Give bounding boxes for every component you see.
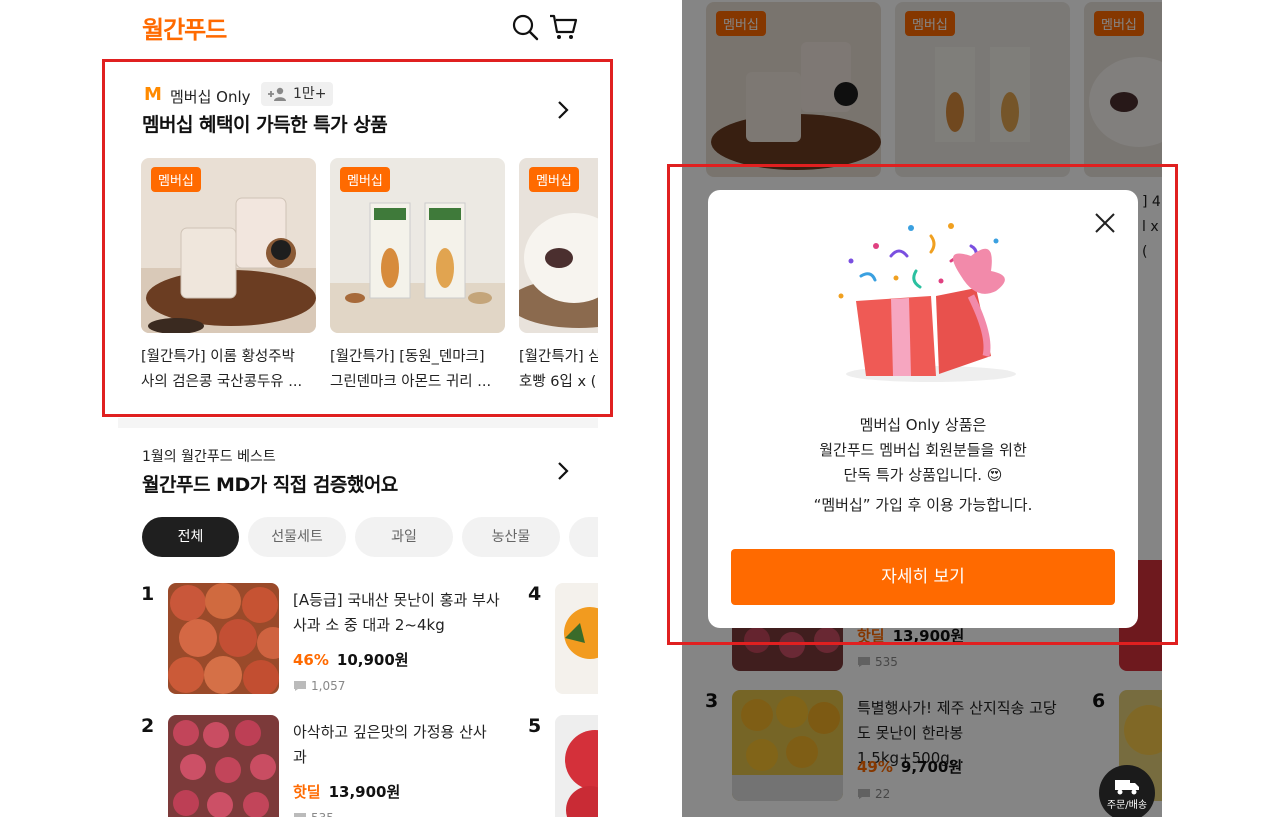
- review-count-value: 1,057: [311, 679, 346, 693]
- product-image-orange[interactable]: [555, 583, 598, 694]
- rank-number: 4: [528, 583, 542, 605]
- hotdeal-label: 핫딜: [293, 783, 321, 801]
- fab-label: 주문/배송: [1106, 800, 1148, 811]
- rank-number: 2: [141, 715, 155, 737]
- price-value: 13,900원: [328, 783, 401, 801]
- category-chip-fruit[interactable]: 과일: [355, 517, 453, 557]
- product-price: 핫딜 13,900원: [293, 781, 400, 802]
- review-count: 535: [293, 811, 334, 817]
- price-value: 10,900원: [336, 651, 409, 669]
- order-delivery-button[interactable]: 주문/배송: [1099, 765, 1155, 817]
- product-image-apples[interactable]: [168, 583, 279, 694]
- product-price: 46% 10,900원: [293, 649, 409, 670]
- best-section-subtitle: 1월의 월간푸드 베스트: [142, 449, 276, 465]
- product-title[interactable]: [A등급] 국내산 못난이 홍과 부사: [293, 588, 508, 613]
- cart-icon[interactable]: [548, 12, 578, 42]
- product-title-line2[interactable]: 과: [293, 745, 508, 770]
- product-title-line2[interactable]: 사과 소 중 대과 2~4kg: [293, 613, 508, 638]
- product-image-red-apple[interactable]: [555, 715, 598, 817]
- rank-number: 1: [141, 583, 155, 605]
- app-logo[interactable]: 월간푸드: [142, 10, 227, 45]
- product-title[interactable]: 아삭하고 깊은맛의 가정용 산사: [293, 720, 508, 745]
- rank-number: 5: [528, 715, 542, 737]
- category-chip-gift-set[interactable]: 선물세트: [248, 517, 346, 557]
- highlight-box-modal: [667, 164, 1178, 645]
- section-divider: [118, 418, 598, 428]
- best-section-title: 월간푸드 MD가 직접 검증했어요: [142, 474, 398, 496]
- review-count-value: 535: [311, 811, 334, 817]
- discount-rate: 46%: [293, 651, 329, 669]
- comment-icon: [294, 681, 306, 691]
- category-chip-agri[interactable]: 농산물: [462, 517, 560, 557]
- comment-icon: [294, 813, 306, 817]
- truck-icon: [1115, 780, 1139, 795]
- category-chip-all[interactable]: 전체: [142, 517, 239, 557]
- chevron-right-icon[interactable]: [554, 460, 572, 482]
- highlight-box-membership-section: [102, 59, 613, 417]
- review-count: 1,057: [293, 679, 345, 693]
- product-image-apple-baskets[interactable]: [168, 715, 279, 817]
- category-chip-more[interactable]: [569, 517, 598, 557]
- search-icon[interactable]: [510, 12, 540, 42]
